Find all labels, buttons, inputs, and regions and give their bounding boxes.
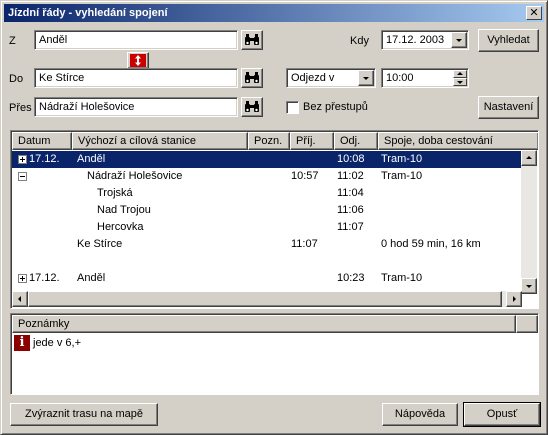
time-value: 10:00 <box>386 72 414 84</box>
chevron-down-icon[interactable] <box>451 32 467 48</box>
cell-departure: 11:04 <box>337 187 364 199</box>
note-text: jede v 6,+ <box>33 337 82 349</box>
via-label: Přes <box>9 102 32 114</box>
spin-up-icon[interactable] <box>453 70 467 78</box>
title-bar[interactable]: Jízdní řády - vyhledání spojení ✕ <box>4 4 544 22</box>
when-label: Kdy <box>350 35 369 47</box>
scroll-down-icon[interactable] <box>521 278 537 294</box>
column-departure[interactable]: Odj. <box>334 132 378 150</box>
binoculars-icon <box>245 34 259 45</box>
table-row[interactable]: Nádraží Holešovice 10:57 11:02 Tram-10 <box>12 168 522 185</box>
swap-arrows-icon <box>130 54 146 67</box>
table-row[interactable]: 17.12. Anděl 10:08 Tram-10 <box>12 151 522 168</box>
search-button[interactable]: Vyhledat <box>478 29 539 52</box>
expand-icon[interactable] <box>18 274 27 283</box>
cell-arrival: 11:07 <box>291 238 318 250</box>
binoculars-icon <box>245 101 259 112</box>
table-row[interactable]: Nad Trojou 11:06 <box>12 202 522 219</box>
collapse-icon[interactable] <box>18 172 27 181</box>
no-transfer-checkbox[interactable] <box>286 101 299 114</box>
cell-date: 17.12. <box>29 153 60 165</box>
column-notes[interactable]: Pozn. <box>248 132 290 150</box>
time-stepper[interactable]: 10:00 <box>381 68 469 88</box>
exit-button[interactable]: Opusť <box>463 402 541 427</box>
departure-mode-select[interactable]: Odjezd v <box>286 68 376 88</box>
cell-station: Anděl <box>77 272 106 284</box>
date-value: 17.12. 2003 <box>386 34 445 46</box>
departure-mode-value: Odjezd v <box>291 72 335 84</box>
table-row[interactable]: 17.12. Anděl 10:23 Tram-10 <box>12 270 522 287</box>
table-row[interactable] <box>12 253 522 270</box>
column-connections[interactable]: Spoje, doba cestování <box>378 132 538 150</box>
cell-station: Nad Trojou <box>97 204 151 216</box>
close-icon: ✕ <box>529 6 539 19</box>
to-search-button[interactable] <box>241 68 263 88</box>
date-picker[interactable]: 17.12. 2003 <box>381 30 469 50</box>
from-label: Z <box>9 35 16 47</box>
cell-connection: Tram-10 <box>381 153 423 165</box>
highlight-route-button[interactable]: Zvýraznit trasu na mapě <box>10 403 158 426</box>
cell-station: Trojská <box>97 187 133 199</box>
cell-connection: Tram-10 <box>381 170 423 182</box>
results-horizontal-scrollbar[interactable] <box>12 291 522 307</box>
cell-station: Hercovka <box>97 221 144 233</box>
notes-header-spacer <box>516 315 538 333</box>
cell-station: Anděl <box>77 153 106 165</box>
notes-header: Poznámky <box>12 315 516 333</box>
from-search-button[interactable] <box>241 30 263 50</box>
chevron-down-icon[interactable] <box>358 70 374 86</box>
binoculars-icon <box>245 72 259 83</box>
column-arrival[interactable]: Příj. <box>290 132 334 150</box>
results-vertical-scrollbar[interactable] <box>521 150 537 294</box>
cell-connection: Tram-10 <box>381 272 423 284</box>
results-list[interactable]: Datum Výchozí a cílová stanice Pozn. Pří… <box>10 130 539 309</box>
table-row[interactable]: Hercovka 11:07 <box>12 219 522 236</box>
cell-connection: 0 hod 59 min, 16 km <box>381 238 481 250</box>
swap-stations-button[interactable] <box>127 52 149 69</box>
to-label: Do <box>9 73 24 85</box>
results-header: Datum Výchozí a cílová stanice Pozn. Pří… <box>12 132 538 150</box>
no-transfer-label: Bez přestupů <box>303 101 368 113</box>
settings-button[interactable]: Nastavení <box>478 96 539 119</box>
cell-departure: 10:23 <box>337 272 365 284</box>
cell-station: Ke Stírce <box>77 238 123 250</box>
via-field[interactable]: Nádraží Holešovice <box>34 97 238 117</box>
column-stations[interactable]: Výchozí a cílová stanice <box>72 132 248 150</box>
scroll-left-icon[interactable] <box>12 291 28 307</box>
cell-departure: 11:02 <box>337 170 364 182</box>
expand-icon[interactable] <box>18 155 27 164</box>
to-field[interactable]: Ke Stírce <box>34 68 238 88</box>
scroll-up-icon[interactable] <box>521 150 537 166</box>
dialog-window: Jízdní řády - vyhledání spojení ✕ Z Andě… <box>0 0 548 435</box>
cell-date: 17.12. <box>29 272 60 284</box>
cell-arrival: 10:57 <box>291 170 319 182</box>
spin-down-icon[interactable] <box>453 78 467 86</box>
table-row[interactable]: Ke Stírce 11:07 0 hod 59 min, 16 km <box>12 236 522 253</box>
notes-panel: Poznámky i jede v 6,+ <box>10 313 539 395</box>
scroll-right-icon[interactable] <box>506 291 522 307</box>
from-field[interactable]: Anděl <box>34 30 238 50</box>
cell-departure: 11:07 <box>337 221 364 233</box>
cell-departure: 10:08 <box>337 153 365 165</box>
via-search-button[interactable] <box>241 97 263 117</box>
window-title: Jízdní řády - vyhledání spojení <box>8 7 168 19</box>
close-window-button[interactable]: ✕ <box>526 6 542 20</box>
column-date[interactable]: Datum <box>12 132 72 150</box>
help-button[interactable]: Nápověda <box>382 403 458 426</box>
horizontal-scroll-thumb[interactable] <box>28 291 502 307</box>
cell-departure: 11:06 <box>337 204 364 216</box>
table-row[interactable]: Trojská 11:04 <box>12 185 522 202</box>
info-icon: i <box>14 335 30 351</box>
cell-station: Nádraží Holešovice <box>87 170 183 182</box>
